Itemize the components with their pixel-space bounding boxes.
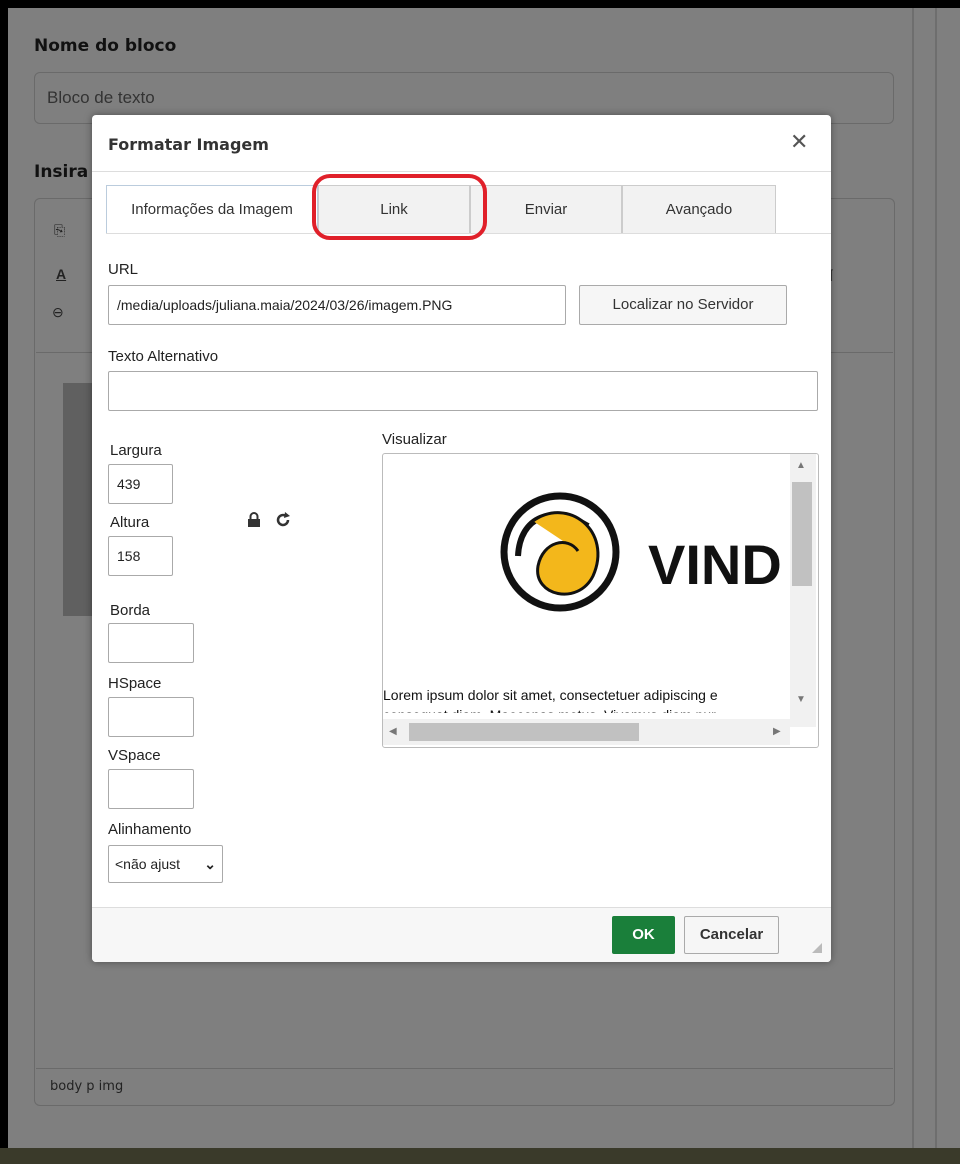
scroll-up-icon[interactable]: ▲	[796, 460, 806, 471]
image-preview[interactable]: VIND Lorem ipsum dolor sit amet, consect…	[382, 453, 819, 748]
close-icon[interactable]: ✕	[790, 129, 808, 155]
divider	[935, 8, 937, 1148]
preview-logo-image	[500, 492, 620, 612]
link-tab-highlight	[312, 174, 487, 240]
scroll-down-icon[interactable]: ▼	[796, 694, 806, 705]
preview-vertical-scroll-thumb[interactable]	[792, 482, 812, 586]
scroll-left-icon[interactable]: ◀	[389, 726, 397, 737]
taskbar-strip	[0, 1148, 960, 1164]
insert-label: Insira	[34, 162, 89, 182]
border-input[interactable]	[108, 623, 194, 663]
vspace-input[interactable]	[108, 769, 194, 809]
source-icon[interactable]: ⎘	[54, 222, 65, 239]
alt-text-label: Texto Alternativo	[108, 348, 219, 365]
preview-horizontal-scroll-thumb[interactable]	[409, 723, 639, 741]
chevron-down-icon: ⌄	[204, 856, 216, 872]
lock-icon[interactable]	[246, 512, 262, 528]
reset-size-icon[interactable]	[274, 511, 292, 529]
preview-text: Lorem ipsum dolor sit amet, consectetuer…	[383, 687, 718, 703]
align-select-value: <não ajust	[115, 856, 180, 872]
preview-logo-text: VIND	[648, 533, 782, 596]
format-image-dialog: Formatar Imagem ✕ Informações da Imagem …	[92, 115, 831, 962]
vspace-label: VSpace	[108, 747, 161, 764]
hspace-input[interactable]	[108, 697, 194, 737]
tab-upload[interactable]: Enviar	[470, 185, 622, 233]
font-color-icon[interactable]: A	[56, 266, 66, 282]
border-label: Borda	[110, 602, 151, 619]
divider	[92, 171, 831, 172]
scroll-right-icon[interactable]: ▶	[773, 726, 781, 737]
height-label: Altura	[110, 514, 150, 531]
dialog-title: Formatar Imagem	[108, 135, 269, 154]
ok-button[interactable]: OK	[612, 916, 675, 954]
tab-image-info[interactable]: Informações da Imagem	[106, 185, 318, 233]
preview-text-line2: consequat diam. Maecenas metus. Vivamus …	[383, 707, 793, 713]
preview-label: Visualizar	[382, 431, 447, 448]
page: Nome do bloco Bloco de texto Insira ⎘ A …	[0, 0, 960, 1164]
divider	[912, 8, 914, 1148]
cancel-button[interactable]: Cancelar	[684, 916, 779, 954]
browse-server-button[interactable]: Localizar no Servidor	[579, 285, 787, 325]
width-input[interactable]: 439	[108, 464, 173, 504]
url-input[interactable]: /media/uploads/juliana.maia/2024/03/26/i…	[108, 285, 566, 325]
link-icon[interactable]: ⊖	[52, 304, 64, 321]
resize-grip-icon[interactable]	[812, 943, 822, 953]
tab-advanced[interactable]: Avançado	[622, 185, 776, 233]
element-path: body p img	[50, 1079, 124, 1094]
align-label: Alinhamento	[108, 821, 192, 838]
align-select[interactable]: <não ajust ⌄	[108, 845, 223, 883]
hspace-label: HSpace	[108, 675, 162, 692]
editor-status-bar: body p img	[36, 1068, 893, 1104]
url-label: URL	[108, 261, 139, 278]
block-name-label: Nome do bloco	[34, 36, 177, 56]
alt-text-input[interactable]	[108, 371, 818, 411]
width-label: Largura	[110, 442, 162, 459]
height-input[interactable]: 158	[108, 536, 173, 576]
